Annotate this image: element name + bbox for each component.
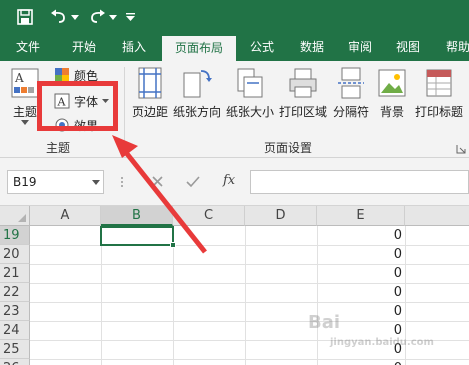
row-header[interactable]: 24 [0,321,30,340]
print-area-label: 打印区域 [278,105,327,119]
cancel-icon[interactable] [152,176,163,187]
watermark: Bai jingyan.baidu.com [308,312,458,362]
row-header[interactable]: 26 [0,359,30,365]
insert-function-icon[interactable]: fx [223,173,235,188]
print-area-icon [289,68,317,98]
active-cell-b19[interactable] [100,226,174,246]
name-box[interactable]: B19 [7,170,104,194]
formula-bar-grip-icon [120,172,124,192]
tab-review[interactable]: 审阅 [338,34,382,61]
themes-icon: A [11,68,39,98]
background-icon [378,69,406,97]
column-header-a[interactable]: A [30,206,101,226]
column-header-d[interactable]: D [245,206,317,226]
cell-e20[interactable]: 0 [318,245,404,264]
gridline [101,226,102,365]
save-icon[interactable] [14,5,36,29]
enter-icon[interactable] [186,176,200,188]
column-header-b[interactable]: B [101,206,173,226]
tab-home[interactable]: 开始 [62,34,106,61]
redo-dropdown-icon[interactable] [108,5,118,29]
background-button[interactable]: 背景 [374,67,410,120]
formula-bar: B19 fx [0,158,469,206]
watermark-sub: jingyan.baidu.com [330,337,434,348]
row-header[interactable]: 23 [0,302,30,321]
column-header-e[interactable]: E [317,206,405,226]
background-label: 背景 [379,105,404,119]
title-bar [0,0,469,34]
page-setup-launcher-icon[interactable] [456,143,466,154]
row-header[interactable]: 20 [0,245,30,264]
gridline [245,226,246,365]
group-divider [124,67,125,153]
cell-e19[interactable]: 0 [318,226,404,245]
ribbon-tabs: 文件 开始 插入 页面布局 公式 数据 审阅 视图 帮助 [0,34,469,61]
size-icon [237,68,263,98]
page-setup-group-label: 页面设置 [264,141,313,155]
formula-buttons: fx [137,170,245,194]
margins-button[interactable]: 页边距 [128,67,172,120]
chevron-down-icon[interactable] [92,180,100,185]
print-area-button[interactable]: 打印区域 [276,67,330,120]
margins-icon [138,67,162,99]
cell-e21[interactable]: 0 [318,264,404,283]
row-header[interactable]: 19 [0,226,30,245]
themes-label: 主题 [12,105,37,119]
tab-view[interactable]: 视图 [386,34,430,61]
undo-icon[interactable] [48,5,70,29]
highlight-box [37,81,118,131]
breaks-label: 分隔符 [332,105,369,119]
themes-group-label: 主题 [46,141,71,155]
print-titles-label: 打印标题 [414,105,463,119]
breaks-button[interactable]: 分隔符 [330,67,372,120]
chevron-down-icon [21,120,29,125]
tab-formulas[interactable]: 公式 [240,34,284,61]
margins-label: 页边距 [131,105,168,119]
orientation-label: 纸张方向 [172,105,221,119]
tab-data[interactable]: 数据 [290,34,334,61]
fill-handle[interactable] [170,242,176,248]
row-header[interactable]: 25 [0,340,30,359]
undo-dropdown-icon[interactable] [70,5,80,29]
column-header-c[interactable]: C [173,206,245,226]
select-all-button[interactable] [0,206,30,226]
column-header-f[interactable] [405,206,469,226]
print-titles-icon [426,69,452,97]
redo-icon[interactable] [86,5,108,29]
row-header[interactable]: 22 [0,283,30,302]
tab-insert[interactable]: 插入 [112,34,156,61]
print-titles-button[interactable]: 打印标题 [412,67,466,120]
size-button[interactable]: 纸张大小 [224,67,276,120]
tab-help[interactable]: 帮助 [436,34,469,61]
orientation-icon [183,70,212,98]
orientation-button[interactable]: 纸张方向 [170,67,224,120]
cell-e22[interactable]: 0 [318,283,404,302]
size-label: 纸张大小 [225,105,274,119]
formula-input[interactable] [250,170,469,194]
customize-quick-access-icon[interactable] [124,5,136,29]
breaks-icon [338,67,364,99]
row-header[interactable]: 21 [0,264,30,283]
tab-file[interactable]: 文件 [6,34,50,61]
watermark-text: Bai [308,312,341,333]
svg-text:A: A [14,71,24,85]
tab-page-layout[interactable]: 页面布局 [162,36,236,61]
